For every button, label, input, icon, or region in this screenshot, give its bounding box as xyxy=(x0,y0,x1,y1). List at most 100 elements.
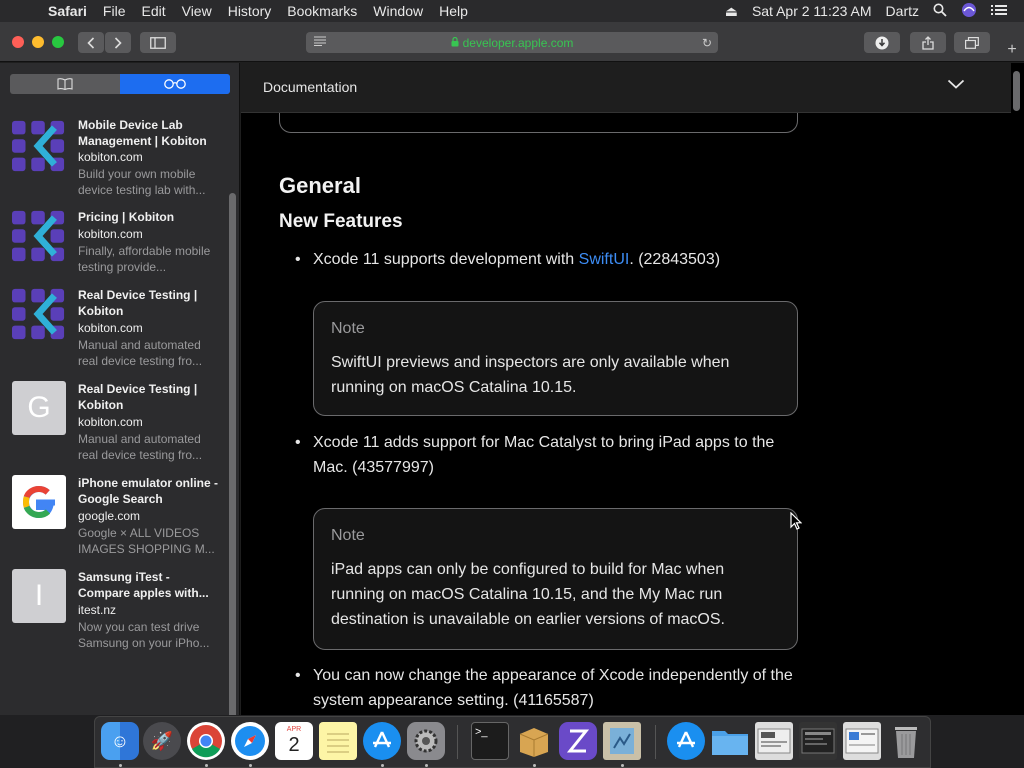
bookmarks-tab[interactable] xyxy=(10,74,120,94)
menu-help[interactable]: Help xyxy=(431,0,476,22)
sidebar-scrollbar[interactable] xyxy=(229,193,236,715)
item-description: Manual and automated real device testing… xyxy=(78,338,203,368)
item-description: Google × ALL VIDEOS IMAGES SHOPPING M... xyxy=(78,526,215,556)
sidebar-segmented-control xyxy=(10,74,230,94)
section-heading: General xyxy=(279,173,361,198)
note-label: Note xyxy=(331,320,365,337)
item-domain: itest.nz xyxy=(78,603,117,617)
item-title: Samsung iTest - Compare apples with... xyxy=(78,570,209,600)
reading-list-sidebar: Mobile Device Lab Management | Kobiton k… xyxy=(0,63,240,715)
page-scrollbar[interactable] xyxy=(1013,71,1020,111)
zoom-button[interactable] xyxy=(52,36,64,48)
chevron-right-icon xyxy=(114,36,122,49)
book-icon xyxy=(57,78,73,90)
menu-app-safari[interactable]: Safari xyxy=(40,0,95,22)
letter-i-thumbnail: I xyxy=(12,569,66,623)
note-body: SwiftUI previews and inspectors are only… xyxy=(331,354,730,396)
reading-list-tab[interactable] xyxy=(120,74,230,94)
note-body: iPad apps can only be configured to buil… xyxy=(331,561,725,628)
bullet-item: You can now change the appearance of Xco… xyxy=(295,663,793,713)
finder-icon[interactable]: ☺ xyxy=(101,722,139,760)
list-item[interactable]: G Real Device Testing | Kobiton kobiton.… xyxy=(0,381,226,475)
menu-view[interactable]: View xyxy=(174,0,220,22)
item-description: Manual and automated real device testing… xyxy=(78,432,203,462)
kobiton-logo-icon xyxy=(12,209,66,263)
launchpad-icon[interactable]: 🚀 xyxy=(143,722,181,760)
item-description: Build your own mobile device testing lab… xyxy=(78,167,206,197)
dock: ☺ 🚀 APR 2 >_ xyxy=(94,716,931,768)
note-label: Note xyxy=(331,527,365,544)
item-domain: kobiton.com xyxy=(78,321,143,335)
chrome-icon[interactable] xyxy=(187,722,225,760)
kobiton-logo-icon xyxy=(12,119,66,173)
list-item[interactable]: Mobile Device Lab Management | Kobiton k… xyxy=(0,115,226,209)
screenshot-thumbnail-2[interactable] xyxy=(799,722,837,760)
item-title: Mobile Device Lab Management | Kobiton xyxy=(78,118,207,148)
notes-icon[interactable] xyxy=(319,722,357,760)
chevron-down-icon[interactable] xyxy=(947,76,965,94)
minimize-button[interactable] xyxy=(32,36,44,48)
tabs-icon xyxy=(965,36,979,49)
documents-folder-icon[interactable] xyxy=(711,722,749,760)
back-button[interactable] xyxy=(78,32,104,53)
safari-icon[interactable] xyxy=(231,722,269,760)
screenshot-thumbnail-3[interactable] xyxy=(843,722,881,760)
sidebar-icon xyxy=(150,36,166,49)
documentation-title: Documentation xyxy=(263,79,358,95)
app-store-icon[interactable] xyxy=(363,722,401,760)
lock-icon xyxy=(451,36,459,50)
download-icon xyxy=(875,36,889,49)
note-box: Note iPad apps can only be configured to… xyxy=(313,508,798,650)
mouse-cursor-icon xyxy=(790,511,803,535)
list-item[interactable]: iPhone emulator online - Google Search g… xyxy=(0,475,226,569)
item-title: Real Device Testing | Kobiton xyxy=(78,382,198,412)
screenshot-thumbnail-1[interactable] xyxy=(755,722,793,760)
eject-icon[interactable]: ⏏ xyxy=(718,3,745,20)
documentation-bar: Documentation xyxy=(241,63,1011,113)
glasses-icon xyxy=(164,79,186,89)
item-title: Real Device Testing | Kobiton xyxy=(78,288,198,318)
list-item[interactable]: Real Device Testing | Kobiton kobiton.co… xyxy=(0,287,226,381)
trash-icon[interactable] xyxy=(887,722,925,760)
user-name[interactable]: Dartz xyxy=(879,3,926,19)
item-domain: kobiton.com xyxy=(78,415,143,429)
spotlight-icon[interactable] xyxy=(926,3,954,20)
share-button[interactable] xyxy=(910,32,946,53)
app-store-folder-icon[interactable] xyxy=(667,722,705,760)
letter-g-thumbnail: G xyxy=(12,381,66,435)
downloads-button[interactable] xyxy=(864,32,900,53)
close-button[interactable] xyxy=(12,36,24,48)
swiftui-link[interactable]: SwiftUI xyxy=(579,251,630,268)
reader-icon[interactable] xyxy=(314,36,326,49)
terminal-icon[interactable]: >_ xyxy=(471,722,509,760)
reading-list: Mobile Device Lab Management | Kobiton k… xyxy=(0,115,226,663)
address-bar[interactable]: developer.apple.com ↻ xyxy=(306,32,718,53)
preview-icon[interactable] xyxy=(603,722,641,760)
menu-window[interactable]: Window xyxy=(365,0,431,22)
new-tab-button[interactable]: + xyxy=(1002,40,1022,60)
menu-history[interactable]: History xyxy=(220,0,280,22)
notification-center-icon[interactable] xyxy=(984,3,1014,19)
share-icon xyxy=(922,35,934,50)
system-preferences-icon[interactable] xyxy=(407,722,445,760)
clock[interactable]: Sat Apr 2 11:23 AM xyxy=(745,3,879,19)
item-title: iPhone emulator online - Google Search xyxy=(78,476,219,506)
reload-icon[interactable]: ↻ xyxy=(702,36,712,50)
calendar-icon[interactable]: APR 2 xyxy=(275,722,313,760)
purple-app-icon[interactable] xyxy=(559,722,597,760)
subsection-heading: New Features xyxy=(279,211,403,232)
chevron-left-icon xyxy=(87,36,95,49)
tab-overview-button[interactable] xyxy=(954,32,990,53)
siri-icon[interactable] xyxy=(954,2,984,21)
calendar-month: APR xyxy=(286,726,302,733)
toolbar: developer.apple.com ↻ + xyxy=(0,22,1024,62)
forward-button[interactable] xyxy=(105,32,131,53)
menu-bookmarks[interactable]: Bookmarks xyxy=(279,0,365,22)
menu-file[interactable]: File xyxy=(95,0,134,22)
menu-edit[interactable]: Edit xyxy=(133,0,173,22)
item-domain: kobiton.com xyxy=(78,150,143,164)
archive-utility-icon[interactable] xyxy=(515,722,553,760)
list-item[interactable]: I Samsung iTest - Compare apples with...… xyxy=(0,569,226,663)
sidebar-toggle-button[interactable] xyxy=(140,32,176,53)
url-text: developer.apple.com xyxy=(462,35,574,50)
